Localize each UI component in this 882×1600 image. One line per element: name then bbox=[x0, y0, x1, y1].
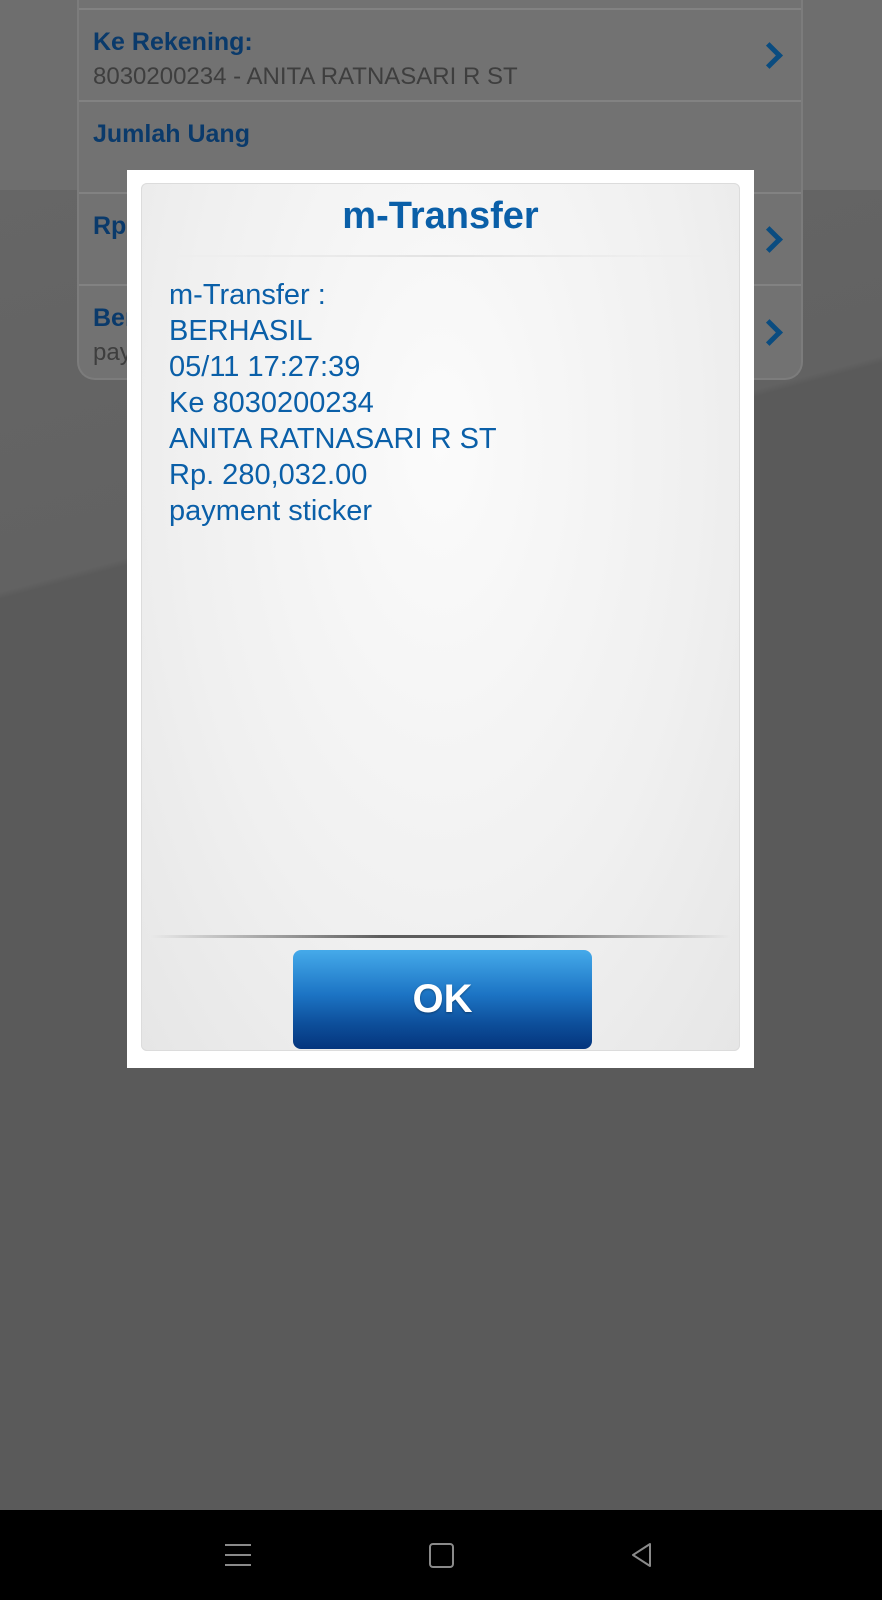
dialog-body: m-Transfer m-Transfer : BERHASIL 05/11 1… bbox=[141, 183, 740, 1051]
destination-account-label: Ke Rekening: bbox=[93, 28, 253, 56]
home-button[interactable] bbox=[381, 1510, 501, 1600]
menu-icon bbox=[225, 1544, 251, 1566]
back-icon bbox=[632, 1543, 651, 1567]
message-line-status: BERHASIL bbox=[169, 315, 313, 347]
transfer-result-dialog: m-Transfer m-Transfer : BERHASIL 05/11 1… bbox=[127, 170, 754, 1068]
message-line-account: Ke 8030200234 bbox=[169, 387, 374, 419]
ok-button[interactable]: OK bbox=[293, 950, 592, 1049]
navigation-bar bbox=[0, 1510, 882, 1600]
form-row-previous bbox=[79, 0, 801, 10]
dialog-message: m-Transfer : BERHASIL 05/11 17:27:39 Ke … bbox=[141, 257, 740, 529]
home-icon bbox=[428, 1542, 454, 1568]
message-line-header: m-Transfer : bbox=[169, 279, 326, 311]
amount-label: Jumlah Uang bbox=[93, 120, 250, 148]
message-line-note: payment sticker bbox=[169, 495, 373, 527]
destination-account-value: 8030200234 - ANITA RATNASARI R ST bbox=[93, 63, 518, 90]
back-button[interactable] bbox=[582, 1510, 702, 1600]
message-line-amount: Rp. 280,032.00 bbox=[169, 459, 368, 491]
message-line-recipient: ANITA RATNASARI R ST bbox=[169, 423, 497, 455]
dialog-title: m-Transfer bbox=[342, 195, 539, 237]
menu-button[interactable] bbox=[178, 1510, 298, 1600]
screen: Ke Rekening: 8030200234 - ANITA RATNASAR… bbox=[0, 0, 882, 1600]
message-line-datetime: 05/11 17:27:39 bbox=[169, 351, 361, 383]
footer-divider bbox=[151, 935, 730, 938]
form-row-destination-account[interactable]: Ke Rekening: 8030200234 - ANITA RATNASAR… bbox=[79, 10, 801, 102]
